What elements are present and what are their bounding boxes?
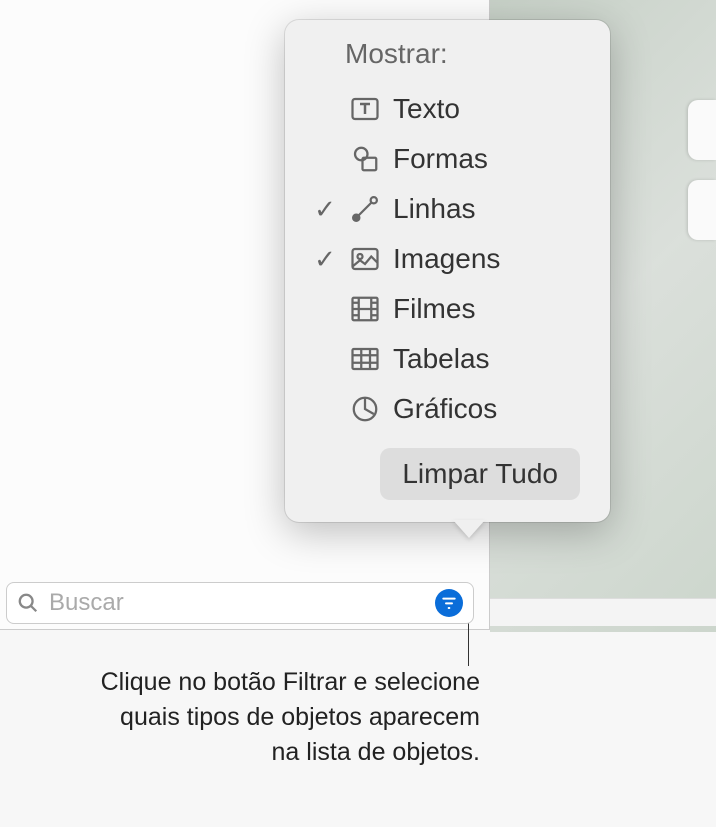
text-icon	[343, 94, 387, 124]
filter-item-label: Imagens	[387, 243, 500, 275]
lines-icon	[343, 194, 387, 224]
filter-item-text[interactable]: Texto	[307, 84, 588, 134]
filter-item-label: Tabelas	[387, 343, 490, 375]
caption-line: na lista de objetos.	[40, 735, 480, 770]
popover-title: Mostrar:	[307, 38, 588, 70]
callout-line	[468, 620, 469, 666]
caption-line: quais tipos de objetos aparecem	[40, 700, 480, 735]
filter-item-charts[interactable]: Gráficos	[307, 384, 588, 434]
clear-all-button[interactable]: Limpar Tudo	[380, 448, 580, 500]
filter-item-movies[interactable]: Filmes	[307, 284, 588, 334]
caption-line: Clique no botão Filtrar e selecione	[40, 665, 480, 700]
shapes-icon	[343, 144, 387, 174]
side-tab[interactable]	[688, 100, 716, 160]
filter-item-label: Texto	[387, 93, 460, 125]
filter-button[interactable]	[435, 589, 463, 617]
filter-item-label: Gráficos	[387, 393, 497, 425]
filter-item-lines[interactable]: ✓ Linhas	[307, 184, 588, 234]
filter-item-images[interactable]: ✓ Imagens	[307, 234, 588, 284]
filter-item-label: Linhas	[387, 193, 476, 225]
search-input[interactable]	[49, 589, 435, 617]
caption-text: Clique no botão Filtrar e selecione quai…	[40, 665, 480, 770]
filter-item-label: Filmes	[387, 293, 475, 325]
charts-icon	[343, 394, 387, 424]
side-tab[interactable]	[688, 180, 716, 240]
search-bar	[6, 582, 474, 624]
filter-popover: Mostrar: Texto Formas ✓	[285, 20, 610, 522]
filter-item-shapes[interactable]: Formas	[307, 134, 588, 184]
check-mark: ✓	[307, 194, 343, 225]
filter-item-label: Formas	[387, 143, 488, 175]
images-icon	[343, 244, 387, 274]
check-mark: ✓	[307, 244, 343, 275]
search-icon	[17, 592, 39, 614]
movies-icon	[343, 294, 387, 324]
filter-item-tables[interactable]: Tabelas	[307, 334, 588, 384]
tables-icon	[343, 344, 387, 374]
scrollbar[interactable]	[490, 598, 716, 626]
